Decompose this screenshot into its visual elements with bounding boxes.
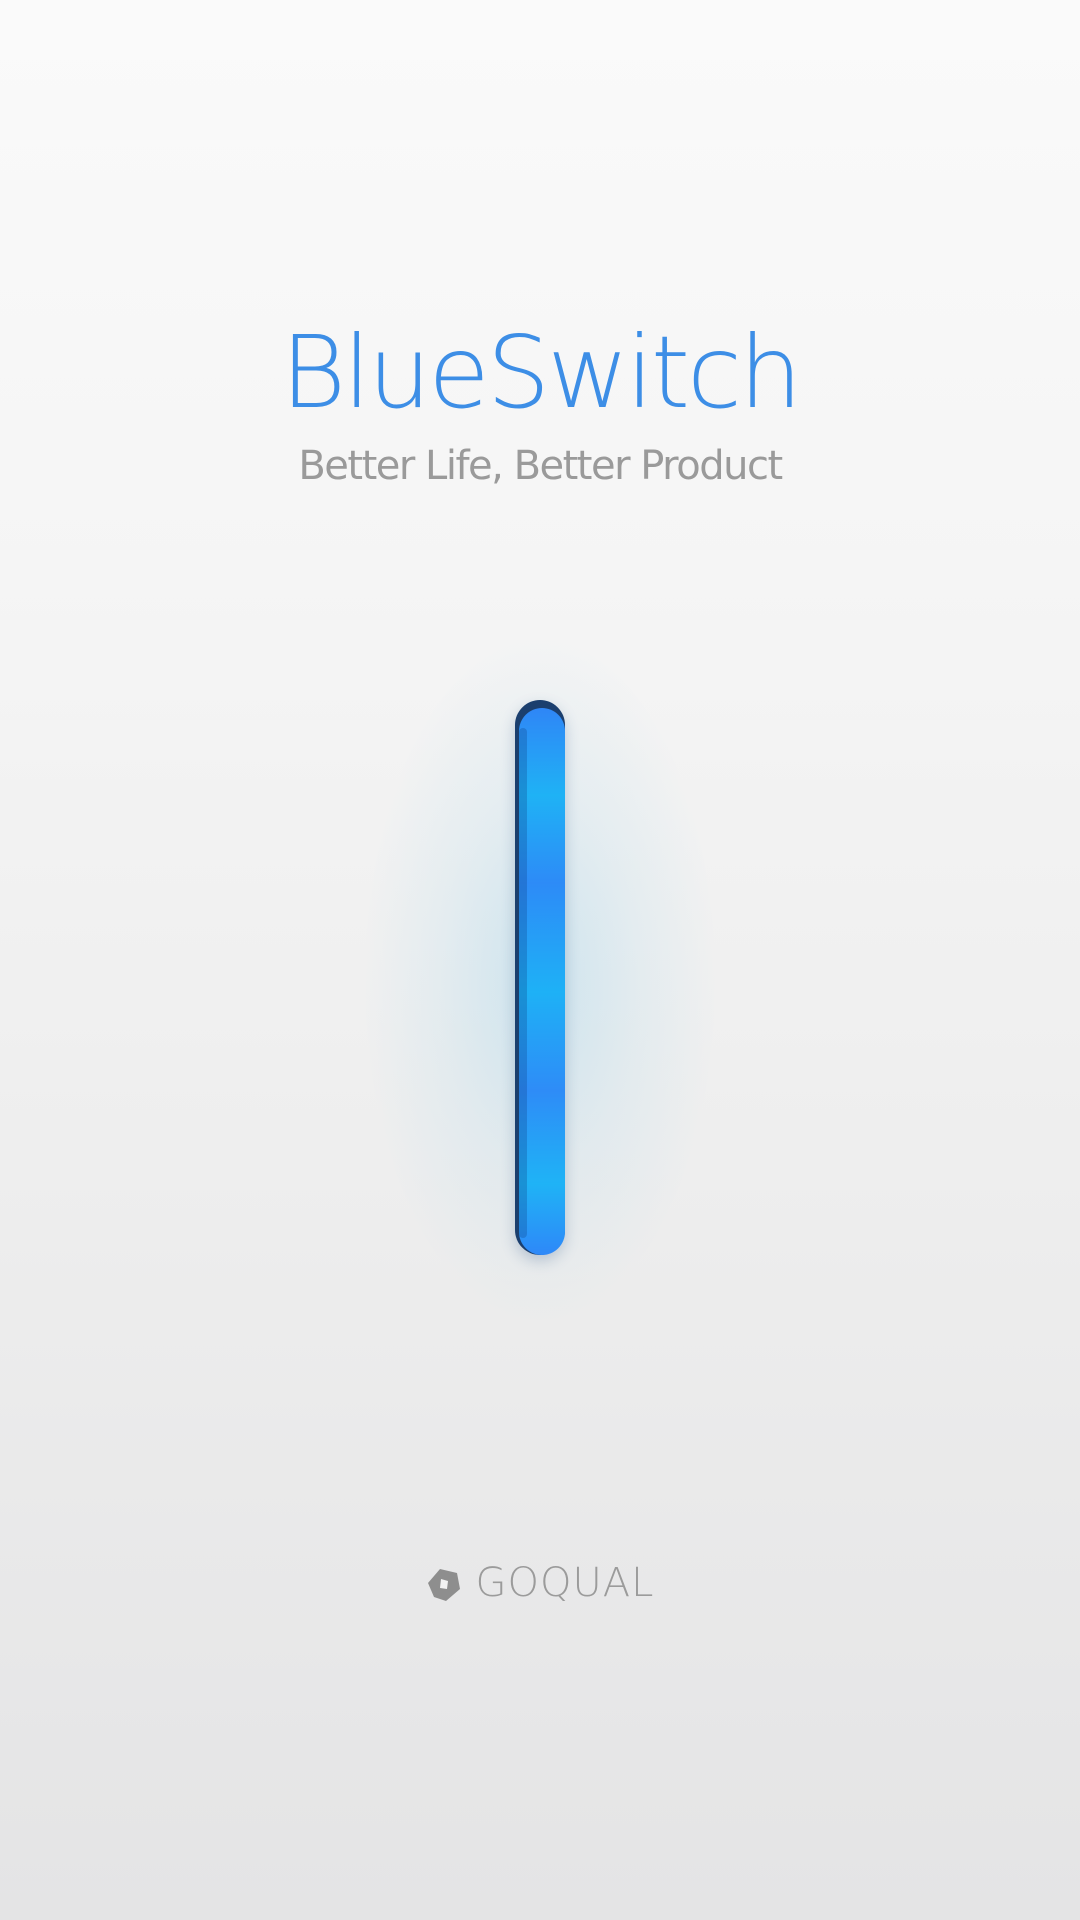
switch-bar-light — [519, 708, 565, 1255]
brand-footer: GOQUAL — [0, 1558, 1080, 1608]
splash-screen: BlueSwitch Better Life, Better Product G… — [0, 0, 1080, 1920]
goqual-logo-icon — [427, 1569, 460, 1601]
brand-name: GOQUAL — [475, 1560, 655, 1606]
app-tagline: Better Life, Better Product — [298, 443, 783, 489]
switch-bar-illustration — [515, 700, 565, 1255]
app-title: BlueSwitch — [280, 314, 803, 431]
